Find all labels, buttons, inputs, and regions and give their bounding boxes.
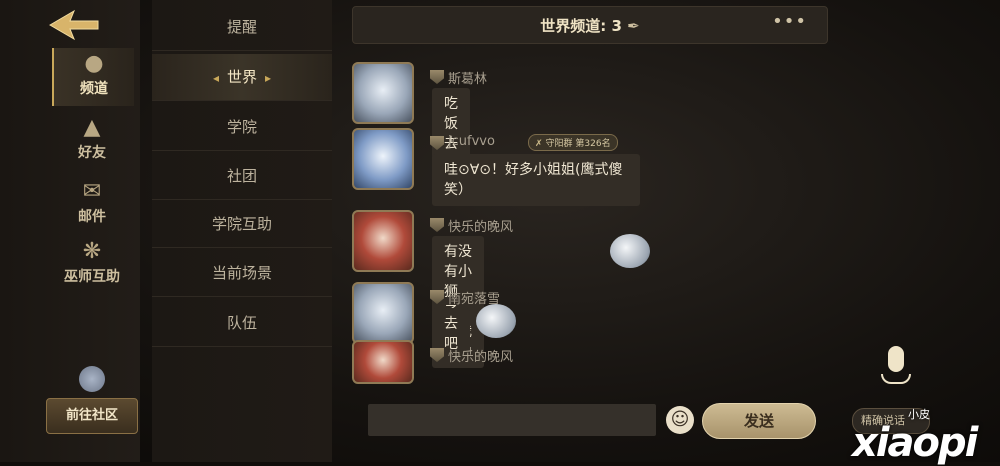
sender-name[interactable]: jcufvvo <box>448 134 495 149</box>
left-icon-rail: ● 频道 ▲ 好友 ✉ 邮件 ❋ 巫师互助 前往社区 <box>0 0 140 462</box>
more-options-button[interactable]: ••• <box>772 11 807 32</box>
sender-name[interactable]: 快乐的晚风 <box>448 346 513 365</box>
community-orb-icon <box>79 366 105 392</box>
category-academy-help[interactable]: 学院互助 <box>152 201 332 248</box>
category-academy[interactable]: 学院 <box>152 104 332 151</box>
channel-category-list: 提醒 世界 学院 社团 学院互助 当前场景 队伍 <box>152 0 332 462</box>
microphone-button[interactable] <box>880 346 912 390</box>
back-arrow-icon[interactable] <box>48 8 100 42</box>
emoji-icon[interactable]: ☺ <box>666 406 694 434</box>
rail-item-friends[interactable]: ▲ 好友 <box>52 112 132 170</box>
category-club[interactable]: 社团 <box>152 153 332 200</box>
envelope-icon: ✉ <box>82 179 102 204</box>
category-world[interactable]: 世界 <box>152 54 332 101</box>
rail-item-label: 好友 <box>78 145 106 161</box>
owl-sticker-icon <box>476 304 516 338</box>
helping-hands-icon: ❋ <box>82 239 102 264</box>
microphone-icon <box>888 346 904 372</box>
sender-name[interactable]: 斯葛林 <box>448 68 487 87</box>
channel-header: 世界频道: 3 ✒ ••• <box>352 6 828 44</box>
quill-icon: ✒ <box>627 17 640 35</box>
watermark-logo: xiaopi <box>852 420 978 466</box>
owl-sticker-icon <box>610 234 650 268</box>
watermark: 小皮 xiaopi <box>852 406 1000 466</box>
message-line: 哇⊙∀⊙！好多小姐姐(鹰式傻 <box>444 162 623 178</box>
crossed-wands-icon: ✗ <box>535 139 543 149</box>
rail-item-label: 频道 <box>80 81 108 97</box>
go-to-community-button[interactable]: 前往社区 <box>46 366 138 446</box>
avatar[interactable] <box>352 340 414 384</box>
rail-item-label: 巫师互助 <box>64 269 120 285</box>
channel-title: 世界频道: 3 ✒ <box>540 17 640 35</box>
avatar[interactable] <box>352 282 414 344</box>
avatar[interactable] <box>352 128 414 190</box>
community-label: 前往社区 <box>46 398 138 434</box>
sender-name[interactable]: 快乐的晚风 <box>448 216 513 235</box>
avatar[interactable] <box>352 62 414 124</box>
category-current-scene[interactable]: 当前场景 <box>152 250 332 297</box>
message-line: 笑） <box>444 182 472 198</box>
chat-bubble-icon: ● <box>84 51 104 76</box>
microphone-stand <box>881 374 911 384</box>
category-team[interactable]: 队伍 <box>152 300 332 347</box>
rail-item-wizard-help[interactable]: ❋ 巫师互助 <box>52 236 132 294</box>
rail-item-channel[interactable]: ● 频道 <box>52 48 134 106</box>
chat-input[interactable] <box>368 404 656 436</box>
send-button[interactable]: 发送 <box>702 403 816 439</box>
rail-item-label: 邮件 <box>78 209 106 225</box>
message-bubble: 哇⊙∀⊙！好多小姐姐(鹰式傻 笑） <box>432 154 640 206</box>
category-reminder[interactable]: 提醒 <box>152 4 332 51</box>
avatar[interactable] <box>352 210 414 272</box>
leaderboard-tag: ✗ 守阳群 第326名 <box>528 134 618 151</box>
wizard-hat-icon: ▲ <box>83 115 101 140</box>
rail-item-mail[interactable]: ✉ 邮件 <box>52 176 132 234</box>
